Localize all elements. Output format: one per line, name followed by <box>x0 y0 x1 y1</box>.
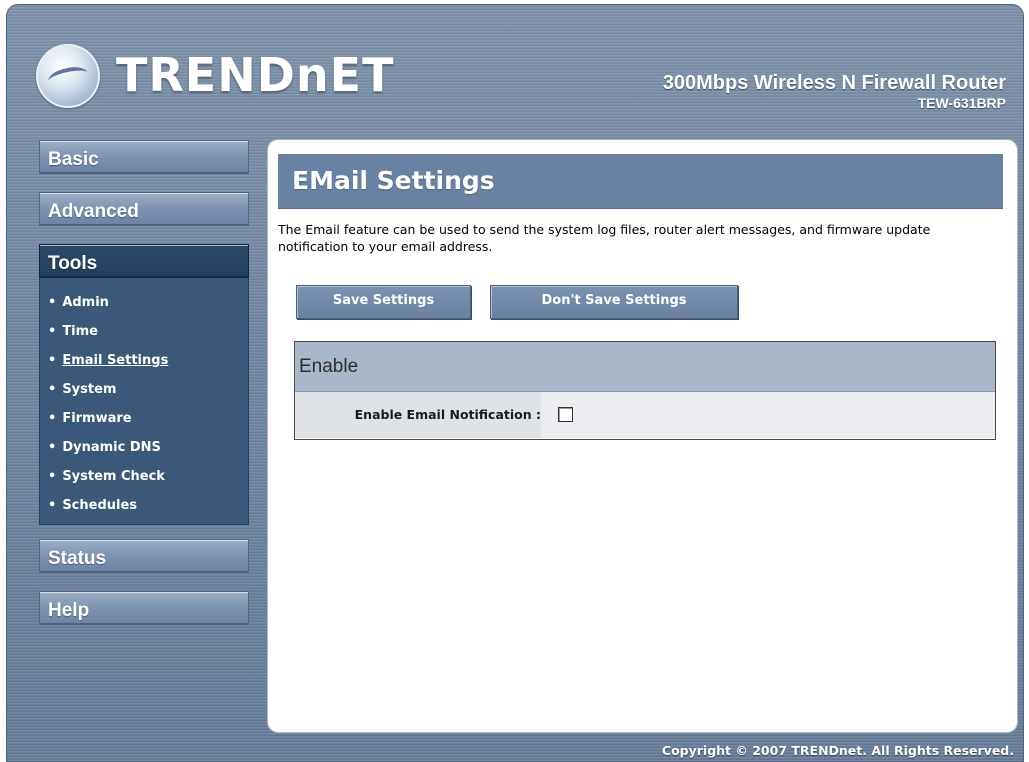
nav-status[interactable]: Status <box>39 539 249 573</box>
page-title-bar: EMail Settings <box>278 154 1003 209</box>
submenu-system[interactable]: • System <box>40 375 248 404</box>
page-description: The Email feature can be used to send th… <box>278 222 931 254</box>
page-title: EMail Settings <box>292 166 495 195</box>
sidebar: Basic Advanced Tools • Admin • Time • Email… <box>39 140 249 643</box>
submenu-email-settings[interactable]: • Email Settings <box>40 346 248 375</box>
dont-save-settings-button[interactable]: Don't Save Settings <box>490 285 738 319</box>
submenu-firmware[interactable]: • Firmware <box>40 404 248 433</box>
enable-email-label: Enable Email Notification : <box>295 392 541 438</box>
product-header: 300Mbps Wireless N Firewall Router TEW-6… <box>663 72 1006 112</box>
section-header: Enable <box>295 342 995 392</box>
save-settings-button[interactable]: Save Settings <box>296 285 471 319</box>
content-panel: EMail Settings The Email feature can be … <box>268 140 1017 732</box>
enable-email-value <box>541 392 995 438</box>
nav-help[interactable]: Help <box>39 591 249 625</box>
submenu-schedules[interactable]: • Schedules <box>40 491 248 520</box>
copyright-text: Copyright © 2007 TRENDnet. All Rights Re… <box>661 743 1014 758</box>
enable-email-row: Enable Email Notification : <box>295 392 995 438</box>
section-title: Enable <box>299 356 359 377</box>
enable-section: Enable Enable Email Notification : <box>294 341 996 440</box>
brand-wordmark: TRENDnET <box>116 48 395 102</box>
nav-tools[interactable]: Tools <box>39 244 249 278</box>
tools-group: Tools • Admin • Time • Email Settings • Syst… <box>39 244 249 525</box>
submenu-system-check[interactable]: • System Check <box>40 462 248 491</box>
submenu-admin[interactable]: • Admin <box>40 288 248 317</box>
tools-submenu: • Admin • Time • Email Settings • System • Fi… <box>39 278 249 525</box>
enable-email-checkbox[interactable] <box>558 407 573 422</box>
trendnet-logo: TRENDnET <box>36 44 416 108</box>
router-frame: TRENDnET 300Mbps Wireless N Firewall Rou… <box>6 4 1024 762</box>
product-title: 300Mbps Wireless N Firewall Router <box>662 72 1006 94</box>
submenu-time[interactable]: • Time <box>40 317 248 346</box>
nav-advanced[interactable]: Advanced <box>39 192 249 226</box>
model-number: TEW-631BRP <box>917 95 1006 111</box>
nav-basic[interactable]: Basic <box>39 140 249 174</box>
submenu-dynamic-dns[interactable]: • Dynamic DNS <box>40 433 248 462</box>
